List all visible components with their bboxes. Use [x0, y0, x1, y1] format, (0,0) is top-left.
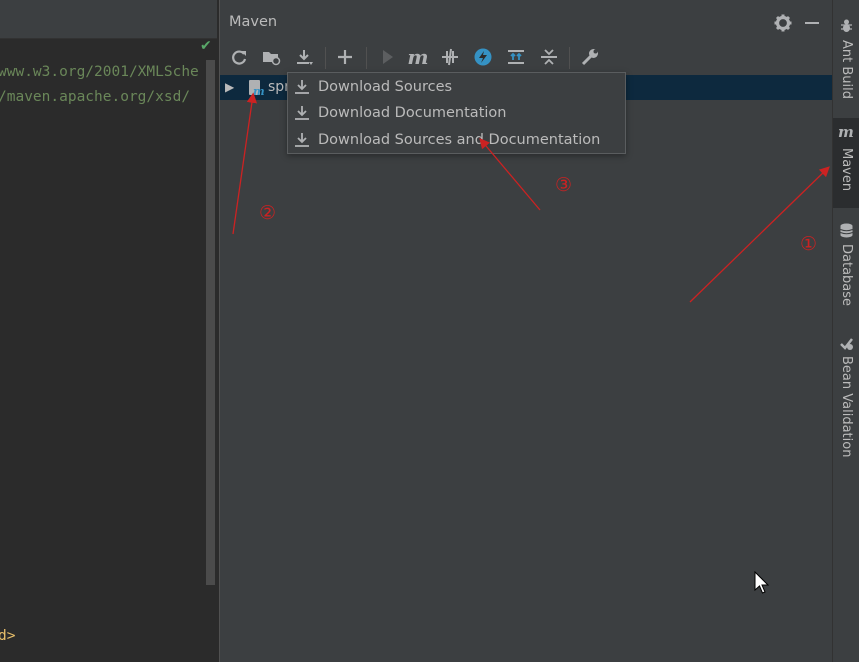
code-line: /maven.apache.org/xsd/ — [0, 89, 191, 105]
ant-icon — [841, 19, 852, 32]
stripe-item-database[interactable]: Database — [833, 220, 859, 307]
toolbar-separator — [569, 47, 570, 69]
code-editor[interactable]: ✔ www.w3.org/2001/XMLSche /maven.apache.… — [0, 0, 219, 662]
toggle-offline-icon[interactable] — [438, 45, 462, 69]
annotation-marker-2: ② — [259, 202, 277, 224]
annotation-marker-3: ③ — [555, 174, 573, 196]
maven-icon: m — [838, 123, 854, 141]
download-icon — [295, 133, 309, 147]
maven-header: Maven — [220, 8, 833, 38]
stripe-label: Ant Build — [839, 40, 854, 99]
database-icon — [840, 223, 853, 238]
skip-tests-icon[interactable] — [471, 45, 495, 69]
editor-tab-bar — [0, 0, 219, 39]
settings-wrench-icon[interactable] — [578, 45, 602, 69]
download-dropdown-menu: Download Sources Download Documentation … — [287, 72, 626, 154]
collapse-all-icon[interactable] — [537, 45, 561, 69]
execute-goal-icon[interactable]: m — [406, 45, 430, 69]
stripe-label: Database — [839, 244, 854, 307]
reload-icon[interactable] — [227, 45, 251, 69]
menu-item-download-sources-and-documentation[interactable]: Download Sources and Documentation — [288, 128, 625, 154]
show-dependencies-icon[interactable] — [504, 45, 528, 69]
maven-project-icon: m — [247, 79, 265, 98]
download-icon[interactable] — [292, 45, 316, 69]
editor-scrollbar[interactable] — [206, 60, 215, 585]
annotation-marker-1: ① — [800, 233, 818, 255]
stripe-label: Maven — [839, 148, 854, 192]
code-line: www.w3.org/2001/XMLSche — [0, 64, 199, 80]
maven-title: Maven — [229, 14, 278, 30]
stripe-item-maven[interactable]: m Maven — [833, 118, 859, 208]
bean-validation-icon — [840, 338, 853, 350]
toolbar-separator — [366, 47, 367, 69]
menu-item-label: Download Documentation — [318, 105, 507, 121]
menu-item-download-documentation[interactable]: Download Documentation — [288, 101, 625, 127]
stripe-item-bean-validation[interactable]: Bean Validation — [833, 334, 859, 458]
run-icon[interactable] — [375, 45, 399, 69]
menu-item-label: Download Sources — [318, 79, 453, 95]
download-icon — [295, 106, 309, 120]
gear-icon[interactable] — [773, 13, 793, 33]
stripe-item-ant-build[interactable]: Ant Build — [833, 14, 859, 104]
svg-text:m: m — [253, 85, 265, 97]
add-icon[interactable] — [333, 45, 357, 69]
stripe-label: Bean Validation — [839, 356, 854, 458]
minimize-icon[interactable] — [805, 22, 819, 24]
inspection-ok-icon: ✔ — [200, 38, 212, 54]
menu-item-label: Download Sources and Documentation — [318, 132, 601, 148]
toolbar-separator — [325, 47, 326, 69]
code-line: d> — [0, 628, 16, 644]
mouse-cursor-icon — [754, 571, 770, 594]
expand-arrow-icon[interactable]: ▶ — [225, 80, 234, 94]
menu-item-download-sources[interactable]: Download Sources — [288, 75, 625, 101]
maven-toolbar: m — [220, 42, 833, 72]
download-icon — [295, 80, 309, 94]
right-tool-stripe: Ant Build m Maven Database Bean Validati… — [832, 0, 859, 662]
generate-sources-icon[interactable] — [259, 45, 283, 69]
